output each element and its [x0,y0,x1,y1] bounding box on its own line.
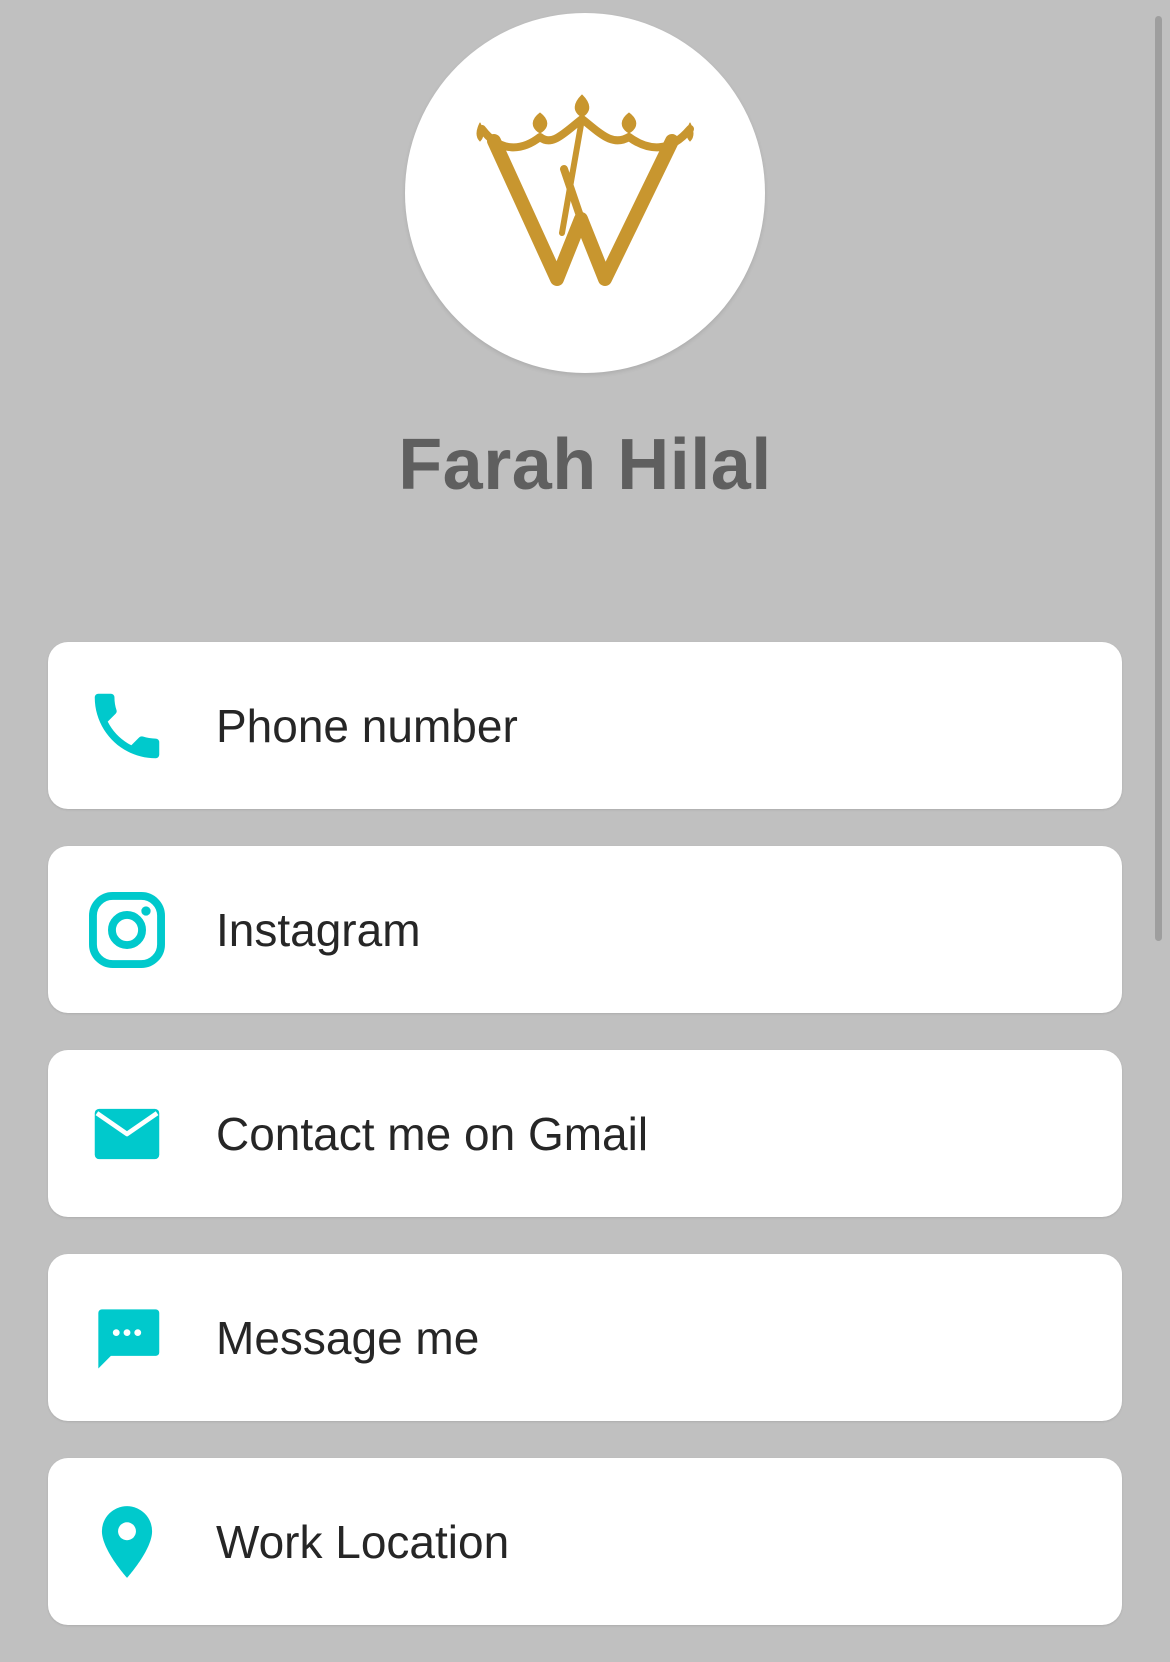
instagram-icon [84,887,170,973]
phone-number-label: Phone number [216,699,518,752]
avatar [405,13,765,373]
work-location-link[interactable]: Work Location [48,1458,1122,1625]
phone-number-link[interactable]: Phone number [48,642,1122,809]
gmail-label: Contact me on Gmail [216,1107,649,1160]
instagram-label: Instagram [216,903,421,956]
gmail-link[interactable]: Contact me on Gmail [48,1050,1122,1217]
crown-w-logo [476,94,694,286]
phone-icon [84,683,170,769]
links-list: Phone number Instagram Contact me on Gma… [48,642,1122,1662]
scrollbar[interactable] [1155,16,1162,941]
location-pin-icon [84,1499,170,1585]
link-profile-page: Farah Hilal Phone number Instagram Conta… [0,0,1170,1638]
instagram-link[interactable]: Instagram [48,846,1122,1013]
message-link[interactable]: Message me [48,1254,1122,1421]
work-location-label: Work Location [216,1515,510,1568]
mail-icon [84,1091,170,1177]
message-icon [84,1295,170,1381]
message-label: Message me [216,1311,480,1364]
profile-name: Farah Hilal [398,425,772,505]
